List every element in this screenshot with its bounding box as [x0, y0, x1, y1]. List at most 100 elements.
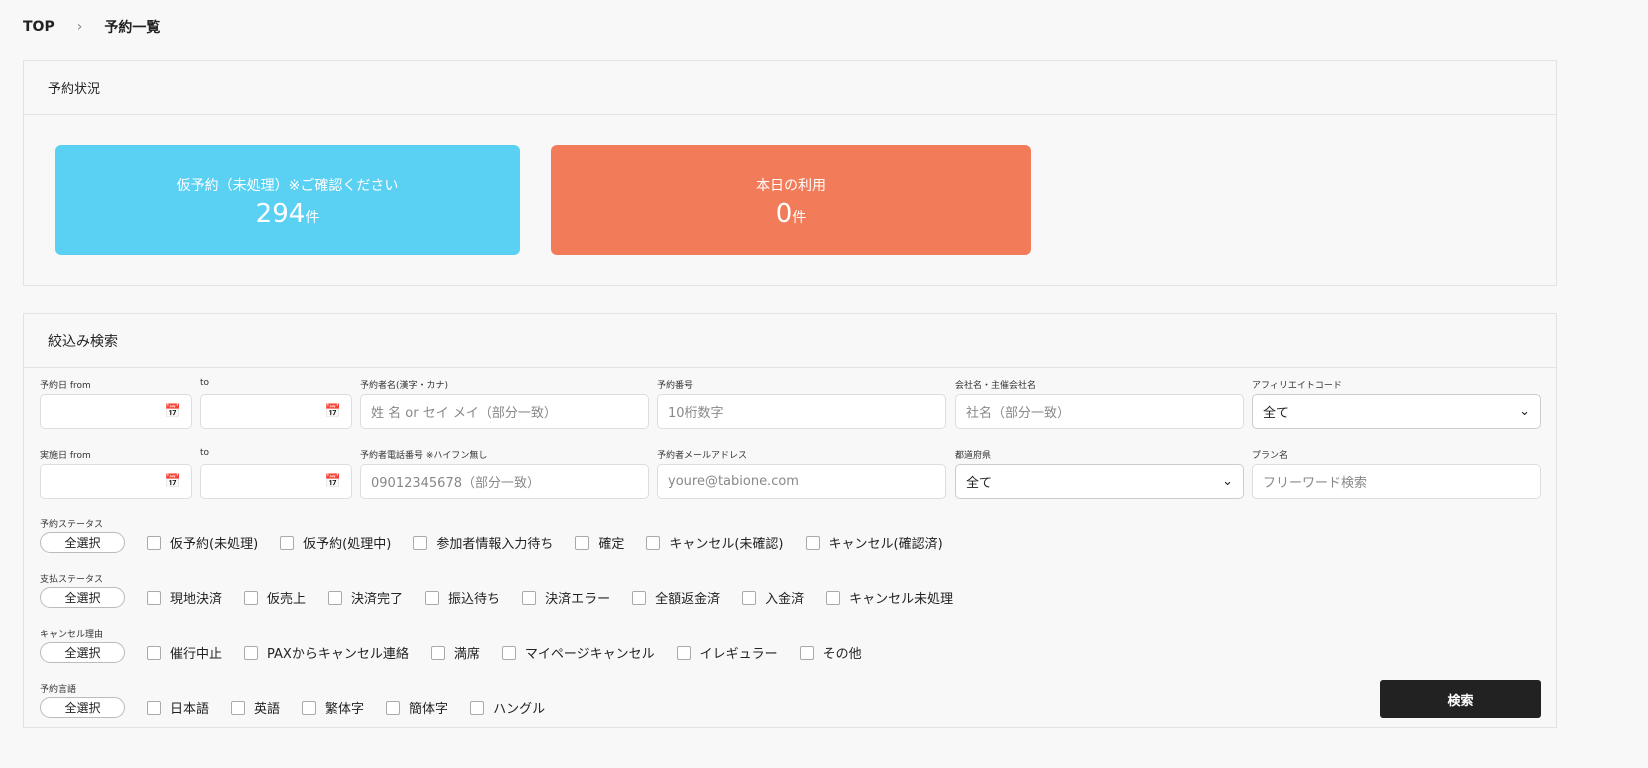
checkbox-option[interactable]: キャンセル(確認済): [805, 533, 943, 552]
checkbox[interactable]: [147, 645, 161, 660]
checkbox[interactable]: [470, 700, 485, 715]
name-input[interactable]: 姓 名 or セイ メイ（部分一致）: [360, 394, 649, 429]
checkbox[interactable]: [280, 535, 295, 550]
checkbox[interactable]: [826, 590, 841, 605]
pending-card[interactable]: 仮予約（未処理）※ご確認ください 294件: [55, 145, 520, 255]
label: to: [200, 378, 210, 388]
checkbox[interactable]: [676, 645, 691, 660]
checkbox[interactable]: [632, 590, 647, 605]
filter-title: 絞込み検索: [24, 314, 1556, 368]
checkbox-label: 参加者情報入力待ち: [436, 537, 554, 552]
checkbox[interactable]: [147, 535, 161, 550]
prefecture-select[interactable]: 全て ⌄: [955, 464, 1244, 499]
checkbox-option[interactable]: マイページキャンセル: [501, 643, 655, 662]
label: 予約者名(漢字・カナ): [360, 381, 449, 391]
email-input[interactable]: youre@tabione.com: [657, 464, 946, 499]
checkbox[interactable]: [328, 590, 343, 605]
checkbox[interactable]: [244, 645, 259, 660]
plan-input[interactable]: フリーワード検索: [1252, 464, 1541, 499]
checkbox-option[interactable]: 決済エラー: [522, 588, 610, 607]
checkbox-label: 日本語: [170, 702, 210, 717]
checkbox[interactable]: [501, 645, 516, 660]
checkbox-option[interactable]: その他: [799, 643, 862, 662]
select-all-button[interactable]: 全選択: [40, 532, 125, 553]
chevron-right-icon: ›: [76, 19, 83, 35]
checkbox[interactable]: [231, 700, 246, 715]
select-all-button[interactable]: 全選択: [40, 697, 125, 718]
phone-input[interactable]: 09012345678（部分一致）: [360, 464, 649, 499]
today-count: 0: [775, 199, 793, 229]
affiliate-select[interactable]: 全て ⌄: [1252, 394, 1541, 429]
label: 予約者メールアドレス: [657, 451, 748, 461]
reservation-date-to[interactable]: 📅: [200, 394, 352, 429]
checkbox-option[interactable]: 日本語: [147, 698, 209, 717]
label: 予約者電話番号 ※ハイフン無し: [360, 451, 488, 461]
checkbox[interactable]: [413, 535, 428, 550]
checkbox[interactable]: [575, 535, 590, 550]
checkbox-option[interactable]: 入金済: [742, 588, 804, 607]
checkbox-label: PAXからキャンセル連絡: [267, 647, 409, 662]
calendar-icon: 📅: [324, 404, 341, 419]
checkbox[interactable]: [430, 645, 445, 660]
affiliate-value: 全て: [1263, 406, 1290, 421]
checkbox-option[interactable]: 参加者情報入力待ち: [413, 533, 553, 552]
checkbox-option[interactable]: 満席: [430, 643, 480, 662]
checkbox-option[interactable]: 決済完了: [328, 588, 403, 607]
exec-date-from[interactable]: 📅: [40, 464, 192, 499]
checkbox-option[interactable]: 現地決済: [147, 588, 222, 607]
status-panel-title: 予約状況: [24, 61, 1556, 115]
checkbox-option[interactable]: 振込待ち: [425, 588, 500, 607]
checkbox-group: 全選択 日本語 英語 繁体字 簡体字 ハングル: [40, 697, 567, 718]
checkbox-option[interactable]: ハングル: [470, 698, 545, 717]
checkbox[interactable]: [805, 535, 820, 550]
reservation-date-from[interactable]: 📅: [40, 394, 192, 429]
label: プラン名: [1252, 451, 1289, 461]
checkbox[interactable]: [742, 590, 757, 605]
checkbox-option[interactable]: 全額返金済: [632, 588, 720, 607]
checkbox-option[interactable]: イレギュラー: [676, 643, 778, 662]
checkbox-option[interactable]: 催行中止: [147, 643, 222, 662]
checkbox-option[interactable]: 繁体字: [302, 698, 364, 717]
checkbox-option[interactable]: キャンセル(未確認): [646, 533, 784, 552]
company-input[interactable]: 社名（部分一致）: [955, 394, 1244, 429]
checkbox[interactable]: [425, 590, 440, 605]
checkbox-option[interactable]: 仮売上: [244, 588, 306, 607]
label: アフィリエイトコード: [1252, 381, 1342, 391]
checkbox-group: 全選択 催行中止 PAXからキャンセル連絡 満席 マイページキャンセル イレギュラー その他: [40, 642, 884, 663]
select-all-button[interactable]: 全選択: [40, 642, 125, 663]
checkbox[interactable]: [147, 700, 161, 715]
checkbox[interactable]: [244, 590, 259, 605]
checkbox-label: 簡体字: [409, 702, 449, 717]
checkbox[interactable]: [646, 535, 661, 550]
search-button[interactable]: 検索: [1380, 680, 1541, 718]
breadcrumb-top[interactable]: TOP: [23, 19, 55, 35]
checkbox[interactable]: [799, 645, 814, 660]
checkbox-group: 全選択 仮予約(未処理) 仮予約(処理中) 参加者情報入力待ち 確定 キャンセル(未確認)…: [40, 532, 965, 553]
checkbox-option[interactable]: 仮予約(未処理): [147, 533, 258, 552]
exec-date-to[interactable]: 📅: [200, 464, 352, 499]
checkbox-label: 繁体字: [325, 702, 365, 717]
checkbox-option[interactable]: 仮予約(処理中): [280, 533, 391, 552]
checkbox-label: イレギュラー: [699, 647, 778, 662]
label: 予約日 from: [40, 381, 91, 391]
checkbox-option[interactable]: 確定: [575, 533, 624, 552]
select-all-button[interactable]: 全選択: [40, 587, 125, 608]
today-label: 本日の利用: [756, 178, 826, 194]
today-card[interactable]: 本日の利用 0件: [551, 145, 1031, 255]
checkbox[interactable]: [302, 700, 317, 715]
checkbox-label: 英語: [254, 702, 281, 717]
checkbox-option[interactable]: PAXからキャンセル連絡: [244, 643, 409, 662]
checkbox-option[interactable]: 英語: [231, 698, 280, 717]
group-label: 予約言語: [40, 685, 77, 695]
checkbox-label: 満席: [453, 647, 480, 662]
checkbox-option[interactable]: キャンセル未処理: [826, 588, 953, 607]
checkbox-option[interactable]: 簡体字: [386, 698, 448, 717]
filter-panel: 絞込み検索 予約日 from 📅 to 📅 予約者名(漢字・カナ) 姓 名 or…: [23, 313, 1557, 728]
checkbox[interactable]: [522, 590, 537, 605]
breadcrumb: TOP › 予約一覧: [23, 17, 160, 37]
calendar-icon: 📅: [324, 474, 341, 489]
checkbox[interactable]: [386, 700, 401, 715]
reservation-number-input[interactable]: 10桁数字: [657, 394, 946, 429]
checkbox[interactable]: [147, 590, 161, 605]
prefecture-value: 全て: [966, 476, 993, 491]
